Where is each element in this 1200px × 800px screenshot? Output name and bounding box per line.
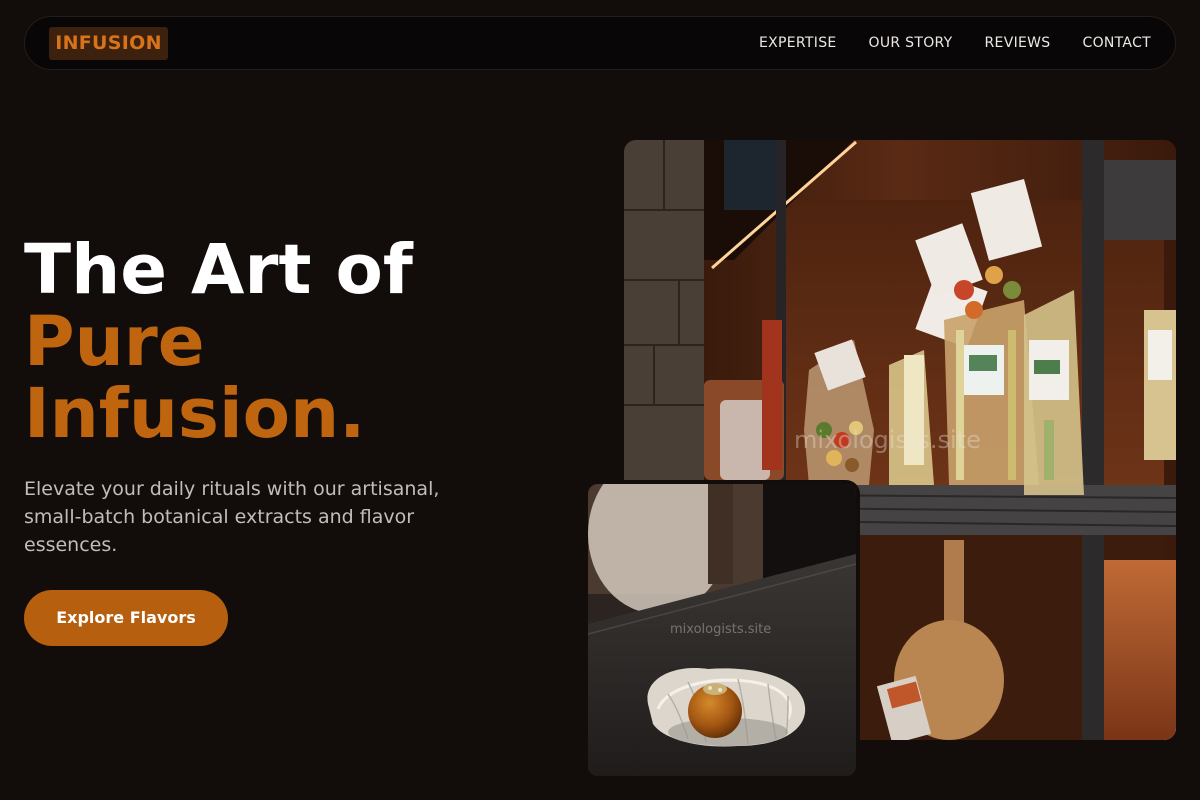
hero-title-line-1: The Art of <box>24 230 413 310</box>
brand-logo[interactable]: INFUSION <box>49 27 168 60</box>
nav-link-expertise[interactable]: EXPERTISE <box>759 35 837 51</box>
nav-link-reviews[interactable]: REVIEWS <box>985 35 1051 51</box>
plated-dish-image: mixologists.site <box>588 484 856 776</box>
explore-flavors-button[interactable]: Explore Flavors <box>24 590 228 646</box>
nav-link-contact[interactable]: CONTACT <box>1083 35 1152 51</box>
nav-link-our-story[interactable]: OUR STORY <box>869 35 953 51</box>
hero-subtitle: Elevate your daily rituals with our arti… <box>24 478 440 556</box>
nav-links: EXPERTISE OUR STORY REVIEWS CONTACT <box>759 17 1151 69</box>
navbar: INFUSION EXPERTISE OUR STORY REVIEWS CON… <box>24 16 1176 70</box>
hero-title: The Art of Pure Infusion. <box>24 234 413 450</box>
hero-title-line-3: Infusion. <box>24 374 366 454</box>
hero-title-line-2: Pure <box>24 302 205 382</box>
